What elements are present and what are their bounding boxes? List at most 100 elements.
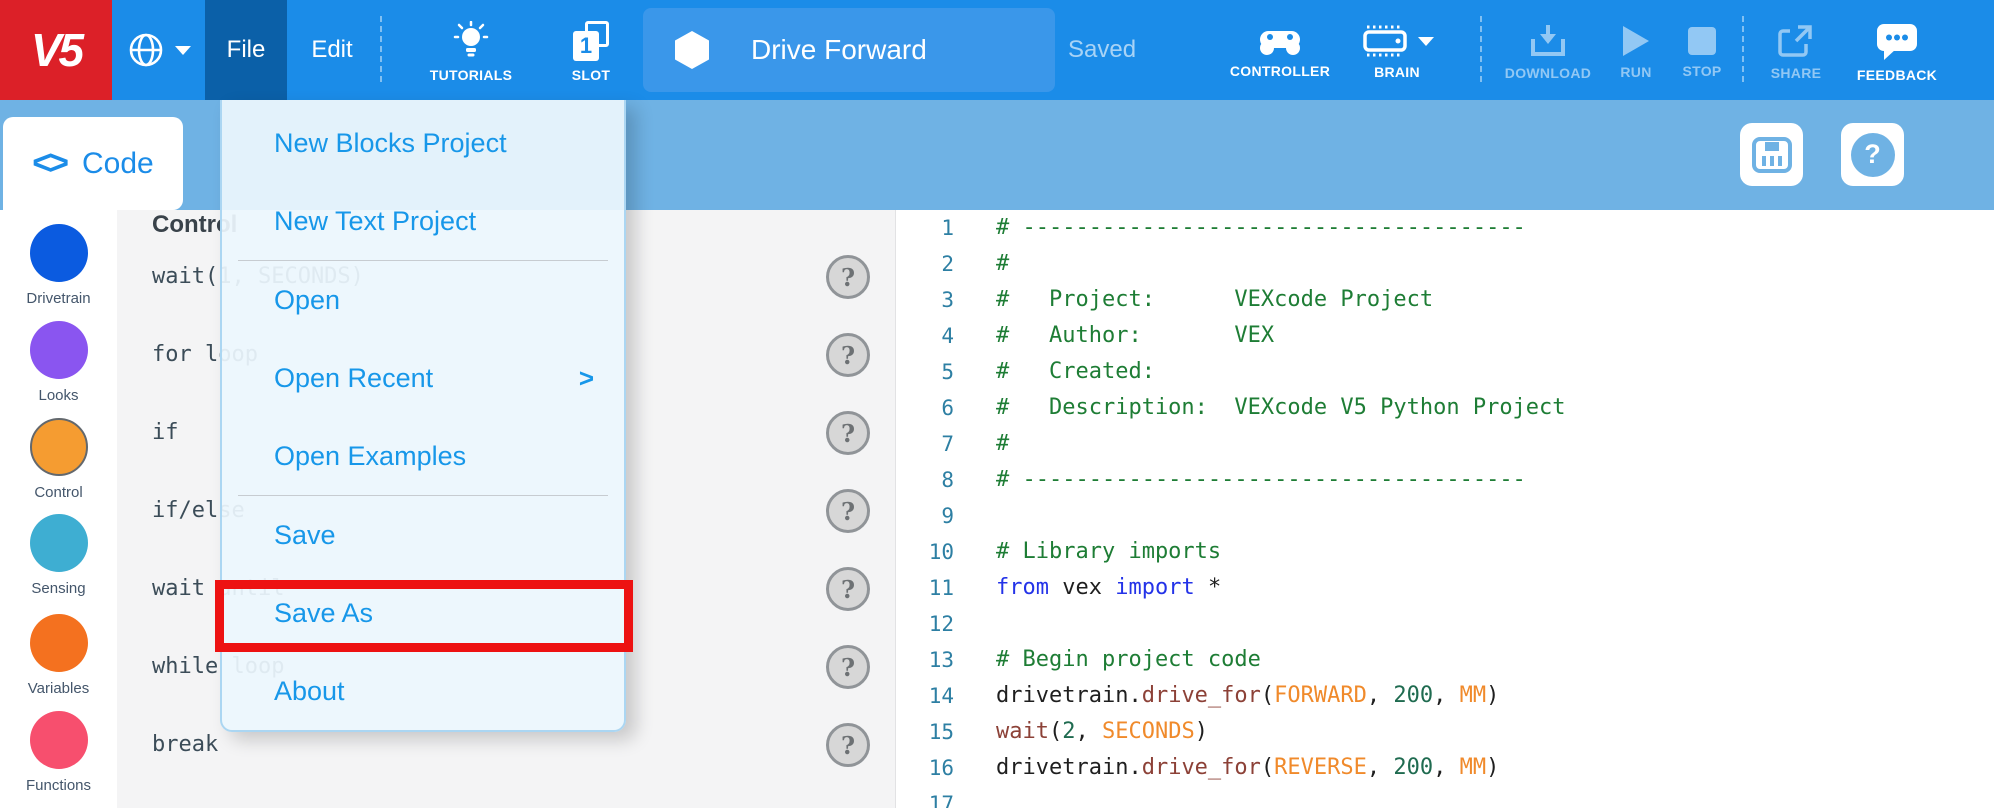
code-line: 9: [896, 498, 1994, 534]
slot-button[interactable]: 1 SLOT: [545, 0, 637, 100]
menu-item-label: New Text Project: [274, 206, 476, 236]
code-line: 8# -------------------------------------…: [896, 462, 1994, 498]
line-number: 2: [896, 246, 962, 282]
code-line-text: [962, 606, 996, 642]
code-line-text: #: [962, 246, 1009, 282]
top-bar: V5 File Edit: [0, 0, 1994, 100]
line-number: 3: [896, 282, 962, 318]
palette-command-row[interactable]: if: [152, 418, 179, 448]
download-icon: [1528, 23, 1568, 59]
edit-menu-button[interactable]: Edit: [287, 0, 377, 100]
console-button[interactable]: [1740, 123, 1803, 186]
code-line-text: # --------------------------------------: [962, 210, 1526, 246]
brain-label: BRAIN: [1374, 64, 1420, 80]
tutorials-button[interactable]: TUTORIALS: [415, 0, 527, 100]
code-line-text: wait(2, SECONDS): [962, 714, 1208, 750]
stop-button: STOP: [1668, 0, 1736, 100]
code-line: 1# -------------------------------------…: [896, 210, 1994, 246]
project-name-field[interactable]: Drive Forward: [643, 8, 1055, 92]
feedback-icon: [1875, 21, 1919, 61]
code-line: 13# Begin project code: [896, 642, 1994, 678]
code-line: 15wait(2, SECONDS): [896, 714, 1994, 750]
command-help-icon[interactable]: ?: [826, 333, 870, 377]
code-line-text: # Begin project code: [962, 642, 1261, 678]
command-help-icon[interactable]: ?: [826, 567, 870, 611]
code-tab-label: Code: [82, 147, 154, 181]
category-looks[interactable]: Looks: [0, 321, 117, 404]
category-drivetrain[interactable]: Drivetrain: [0, 224, 117, 307]
menu-item-open-examples[interactable]: Open Examples: [222, 417, 624, 495]
functions-category-icon[interactable]: [30, 711, 88, 769]
menu-item-label: Open: [274, 285, 340, 315]
menu-item-about[interactable]: About: [222, 652, 624, 730]
line-number: 14: [896, 678, 962, 714]
file-menu-button[interactable]: File: [205, 0, 287, 100]
toolbar-separator: [380, 16, 382, 82]
share-label: SHARE: [1771, 65, 1822, 81]
code-line-text: #: [962, 426, 1009, 462]
code-line-text: drivetrain.drive_for(FORWARD, 200, MM): [962, 678, 1499, 714]
brain-dropdown-caret-icon[interactable]: [1418, 37, 1434, 46]
looks-category-icon[interactable]: [30, 321, 88, 379]
line-number: 16: [896, 750, 962, 786]
line-number: 7: [896, 426, 962, 462]
submenu-arrow-icon: >: [579, 339, 594, 417]
code-line: 5# Created:: [896, 354, 1994, 390]
code-line-text: # Author: VEX: [962, 318, 1274, 354]
palette-command-row[interactable]: break: [152, 730, 218, 760]
command-help-icon[interactable]: ?: [826, 723, 870, 767]
language-button[interactable]: [112, 0, 205, 100]
category-label: Sensing: [31, 580, 85, 597]
code-line-text: # Library imports: [962, 534, 1221, 570]
sensing-category-icon[interactable]: [30, 514, 88, 572]
menu-item-open-recent[interactable]: Open Recent >: [222, 339, 624, 417]
command-help-icon[interactable]: ?: [826, 645, 870, 689]
command-help-icon[interactable]: ?: [826, 255, 870, 299]
control-category-icon[interactable]: [30, 418, 88, 476]
menu-item-label: Open Recent: [274, 363, 433, 393]
code-line-text: [962, 498, 996, 534]
controller-button[interactable]: CONTROLLER: [1215, 0, 1345, 100]
menu-item-save[interactable]: Save: [222, 496, 624, 574]
line-number: 12: [896, 606, 962, 642]
drivetrain-category-icon[interactable]: [30, 224, 88, 282]
menu-item-new-text-project[interactable]: New Text Project: [222, 182, 624, 260]
toolbar-separator: [1742, 16, 1744, 82]
menu-item-open[interactable]: Open: [222, 261, 624, 339]
brain-icon: [1361, 24, 1409, 58]
line-number: 9: [896, 498, 962, 534]
code-line: 17: [896, 786, 1994, 808]
variables-category-icon[interactable]: [30, 614, 88, 672]
brain-button[interactable]: BRAIN: [1345, 0, 1449, 100]
lightbulb-icon: [453, 21, 489, 61]
category-variables[interactable]: Variables: [0, 614, 117, 697]
category-control[interactable]: Control: [0, 418, 117, 501]
controller-icon: [1257, 25, 1303, 57]
code-line: 7#: [896, 426, 1994, 462]
category-functions[interactable]: Functions: [0, 711, 117, 794]
feedback-button[interactable]: FEEDBACK: [1842, 0, 1952, 100]
menu-item-new-blocks-project[interactable]: New Blocks Project: [222, 104, 624, 182]
category-label: Control: [34, 484, 82, 501]
command-help-icon[interactable]: ?: [826, 411, 870, 455]
line-number: 17: [896, 786, 962, 808]
help-button[interactable]: ?: [1841, 123, 1904, 186]
code-line: 3# Project: VEXcode Project: [896, 282, 1994, 318]
share-icon: [1776, 23, 1816, 59]
line-number: 10: [896, 534, 962, 570]
category-sensing[interactable]: Sensing: [0, 514, 117, 597]
menu-item-label: Save: [274, 520, 336, 550]
code-line-text: drivetrain.drive_for(REVERSE, 200, MM): [962, 750, 1499, 786]
stop-icon: [1686, 25, 1718, 57]
code-line-text: [962, 786, 996, 808]
line-number: 15: [896, 714, 962, 750]
category-sidebar: Drivetrain Looks Control Sensing Variables Fu…: [0, 210, 117, 808]
menu-item-label: About: [274, 676, 345, 706]
category-label: Functions: [26, 777, 91, 794]
tab-code[interactable]: <> Code: [3, 117, 183, 210]
menu-item-label: New Blocks Project: [274, 128, 507, 158]
command-help-icon[interactable]: ?: [826, 489, 870, 533]
feedback-label: FEEDBACK: [1857, 67, 1937, 83]
v5-logo-text: V5: [31, 23, 81, 77]
code-editor[interactable]: 1# -------------------------------------…: [895, 210, 1994, 808]
